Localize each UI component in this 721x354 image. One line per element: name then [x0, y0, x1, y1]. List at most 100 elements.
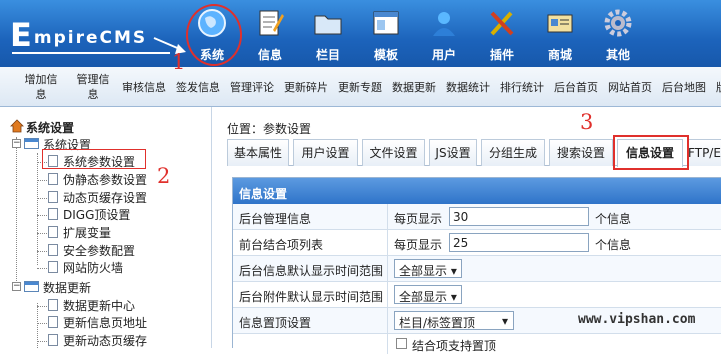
tree-item[interactable]: 更新信息页地址 [63, 314, 147, 331]
form-row: 前台结合项列表 每页显示 25 个信息 [233, 230, 721, 256]
tree-item[interactable]: 安全参数配置 [63, 242, 135, 259]
folder-icon [314, 15, 342, 35]
row-label: 前台结合项列表 [239, 238, 324, 252]
nav-template[interactable]: 模板 [357, 0, 415, 67]
tab-ftp[interactable]: FTP/E [687, 139, 721, 166]
subnav-item[interactable]: 签发信息 [176, 80, 220, 95]
notepad-icon [259, 10, 284, 36]
tree-group-data-update[interactable]: 数据更新 [43, 279, 91, 296]
subnav-add-info[interactable]: 增加信息 [20, 72, 62, 102]
row-suffix: 个信息 [595, 212, 632, 226]
document-icon [48, 261, 58, 273]
annotation-number-1: 1 [172, 50, 186, 74]
attachment-time-range-select[interactable]: 全部显示 ▾ [394, 285, 462, 304]
form-row: 后台管理信息 每页显示 30 个信息 [233, 204, 721, 230]
nav-label: 栏目 [315, 48, 340, 62]
form-header: 信息设置 [233, 178, 721, 204]
subnav-item[interactable]: 后台地图 [662, 80, 706, 95]
top-setting-select[interactable]: 栏目/标签置顶 ▾ [394, 311, 514, 330]
row-label: 后台附件默认显示时间范围 [239, 290, 384, 304]
document-icon [48, 316, 58, 328]
annotation-number-2: 2 [157, 164, 171, 188]
tree-item[interactable]: DIGG顶设置 [63, 206, 130, 223]
tree-item[interactable]: 动态页缓存设置 [63, 189, 147, 206]
collapse-toggle[interactable]: − [12, 139, 21, 148]
document-icon [48, 226, 58, 238]
nav-column[interactable]: 栏目 [299, 0, 357, 67]
row-prefix: 每页显示 [394, 212, 443, 226]
nav-other[interactable]: 其他 [589, 0, 647, 67]
checkbox[interactable] [396, 338, 407, 349]
subnav-item[interactable]: 数据统计 [446, 80, 490, 95]
tab-bar: 基本属性 用户设置 文件设置 JS设置 分组生成 搜索设置 信息设置 FTP/E [227, 135, 721, 170]
subnav-item[interactable]: 管理评论 [230, 80, 274, 95]
annotation-box [42, 149, 146, 169]
document-icon [48, 334, 58, 346]
card-icon [547, 14, 573, 33]
subnav-item[interactable]: 后台首页 [554, 80, 598, 95]
nav-label: 模板 [373, 48, 398, 62]
nav-label: 插件 [489, 48, 514, 62]
row-prefix: 每页显示 [394, 238, 443, 252]
subnav-item[interactable]: 更新专题 [338, 80, 382, 95]
subnav-item[interactable]: 排行统计 [500, 80, 544, 95]
tree-item[interactable]: 伪静态参数设置 [63, 171, 147, 188]
folder-icon [24, 281, 39, 292]
row-label: 信息置顶设置 [239, 316, 312, 330]
nav-label: 其他 [605, 48, 630, 62]
document-icon [48, 191, 58, 203]
subnav-item[interactable]: 更新碎片 [284, 80, 328, 95]
form-row: 后台信息默认显示时间范围 全部显示 ▾ [233, 256, 721, 282]
nav-user[interactable]: 用户 [415, 0, 473, 67]
breadcrumb: 位置：参数设置 [227, 122, 312, 136]
tree-item[interactable]: 扩展变量 [63, 224, 111, 241]
nav-label: 信息 [257, 48, 282, 62]
tree-item[interactable]: 更新动态页缓存 [63, 332, 147, 349]
tree-item[interactable]: 网站防火墙 [63, 259, 123, 276]
home-icon [10, 119, 24, 133]
tab-js[interactable]: JS设置 [429, 139, 477, 166]
user-icon [433, 12, 455, 36]
tab-group[interactable]: 分组生成 [481, 139, 545, 166]
sidebar-title: 系统设置 [26, 121, 75, 135]
collapse-toggle[interactable]: − [12, 282, 21, 291]
row-suffix: 个信息 [595, 238, 632, 252]
document-icon [48, 173, 58, 185]
tab-search[interactable]: 搜索设置 [549, 139, 613, 166]
form-row: 后台附件默认显示时间范围 全部显示 ▾ [233, 282, 721, 308]
subnav-item[interactable]: 网站首页 [608, 80, 652, 95]
subnav-item[interactable]: 数据更新 [392, 80, 436, 95]
folder-icon [24, 138, 39, 149]
nav-label: 用户 [431, 48, 456, 62]
top-navigation-bar: EmpireCMS 系统 信息 栏目 模板 用户 插件 商城 其他 [0, 0, 721, 67]
watermark: www.vipshan.com [578, 312, 696, 327]
nav-shop[interactable]: 商城 [531, 0, 589, 67]
row-label: 后台管理信息 [239, 212, 312, 226]
nav-label: 商城 [547, 48, 572, 62]
subnav-item[interactable]: 审核信息 [122, 80, 166, 95]
tree-item[interactable]: 数据更新中心 [63, 297, 135, 314]
sub-navigation-bar: 增加信息 管理信息 审核信息 签发信息 管理评论 更新碎片 更新专题 数据更新 … [0, 67, 721, 107]
front-page-size-input[interactable]: 25 [449, 233, 589, 252]
checkbox-label: 结合项支持置顶 [412, 339, 497, 353]
app-logo: EmpireCMS [10, 16, 148, 54]
tools-icon [490, 11, 514, 36]
subnav-item[interactable]: 版 [716, 80, 721, 95]
subnav-manage-info[interactable]: 管理信息 [72, 72, 114, 102]
info-time-range-select[interactable]: 全部显示 ▾ [394, 259, 462, 278]
nav-plugin[interactable]: 插件 [473, 0, 531, 67]
nav-system[interactable]: 系统 [183, 0, 242, 67]
form-row: 结合项支持置顶 [233, 334, 721, 354]
tab-basic[interactable]: 基本属性 [227, 139, 289, 166]
tab-user[interactable]: 用户设置 [293, 139, 358, 166]
sidebar: 系统设置 − 系统设置 系统参数设置 伪静态参数设置 动态页缓存设置 DIGG顶… [0, 107, 212, 348]
document-icon [48, 299, 58, 311]
document-icon [48, 208, 58, 220]
annotation-circle [186, 4, 242, 66]
tab-file[interactable]: 文件设置 [362, 139, 425, 166]
window-icon [373, 11, 399, 35]
logo-underline [12, 52, 170, 54]
row-label: 后台信息默认显示时间范围 [239, 264, 384, 278]
nav-info[interactable]: 信息 [241, 0, 299, 67]
admin-page-size-input[interactable]: 30 [449, 207, 589, 226]
